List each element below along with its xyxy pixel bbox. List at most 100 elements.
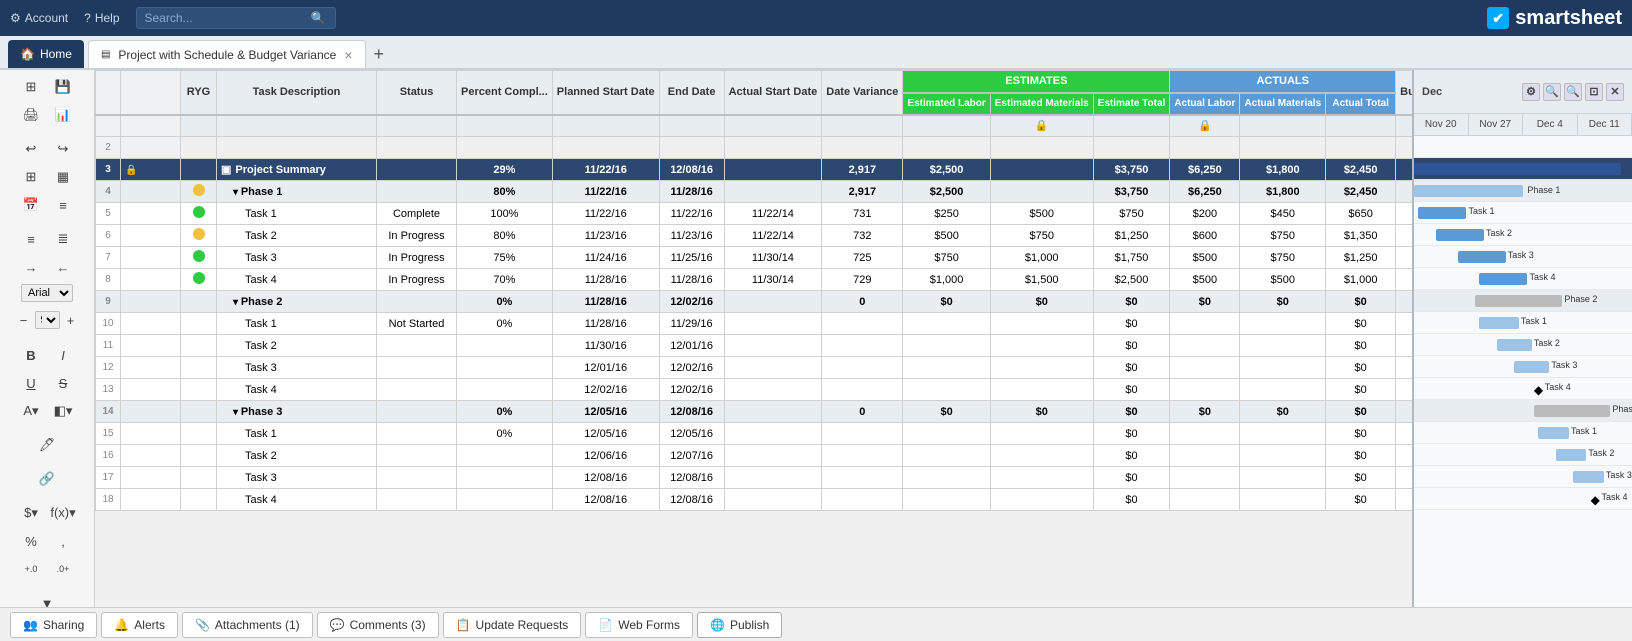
task-row[interactable]: 13Task 412/02/1612/02/16$0$0$0: [96, 379, 1413, 401]
gantt-close-btn[interactable]: ✕: [1606, 83, 1624, 101]
task-cell[interactable]: ▾ Phase 1: [217, 181, 377, 203]
task-row[interactable]: 18Task 412/08/1612/08/16$0$0$0: [96, 489, 1413, 511]
phase-row[interactable]: 9▾ Phase 20%11/28/1612/02/160$0$0$0$0$0$…: [96, 291, 1413, 313]
gantt-today-btn[interactable]: ⊡: [1585, 83, 1603, 101]
task-cell[interactable]: ▾ Phase 3: [217, 401, 377, 423]
decimal-less-btn[interactable]: +.0: [16, 557, 46, 581]
attachments-btn[interactable]: 📎 Attachments (1): [182, 612, 313, 638]
search-input[interactable]: [145, 11, 305, 25]
gantt-label-p3t2: Task 2: [1588, 448, 1614, 458]
planned-start-cell: 12/05/16: [552, 401, 659, 423]
task-row[interactable]: 11Task 211/30/1612/01/16$0$0$0: [96, 335, 1413, 357]
fill-color-btn[interactable]: ◧▾: [48, 399, 78, 423]
sheet-table[interactable]: RYG Task Description Status Percent Comp…: [95, 70, 1412, 607]
link-btn[interactable]: 🔗: [32, 467, 62, 491]
account-menu[interactable]: ⚙ Account: [10, 11, 68, 25]
task-cell[interactable]: Task 4: [217, 269, 377, 291]
task-cell[interactable]: Task 3: [217, 247, 377, 269]
gantt-zoom-in-btn[interactable]: 🔍: [1564, 83, 1582, 101]
task-row[interactable]: 6Task 2In Progress80%11/23/1611/23/1611/…: [96, 225, 1413, 247]
alerts-btn[interactable]: 🔔 Alerts: [101, 612, 178, 638]
update-requests-btn[interactable]: 📋 Update Requests: [443, 612, 582, 638]
est-materials-cell: $750: [990, 225, 1093, 247]
task-cell[interactable]: Task 2: [217, 225, 377, 247]
font-size-select[interactable]: 9: [35, 311, 60, 329]
bold-btn[interactable]: B: [16, 343, 46, 367]
task-row[interactable]: 5Task 1Complete100%11/22/1611/22/1611/22…: [96, 203, 1413, 225]
comma-btn[interactable]: ,: [48, 529, 78, 553]
calendar-btn[interactable]: 📅: [16, 193, 46, 217]
outdent-btn[interactable]: ←: [48, 255, 78, 279]
font-family-select[interactable]: Arial: [21, 284, 73, 302]
formula-btn[interactable]: f(x)▾: [48, 501, 78, 525]
gantt-bar-p2t2: [1497, 339, 1532, 351]
strikethrough-btn[interactable]: S: [48, 371, 78, 395]
task-cell[interactable]: Task 4: [217, 379, 377, 401]
card-btn[interactable]: ▦: [48, 165, 78, 189]
gantt-settings-btn[interactable]: ⚙: [1522, 83, 1540, 101]
task-cell[interactable]: Task 1: [217, 423, 377, 445]
search-box[interactable]: 🔍: [136, 7, 336, 29]
scroll-down-btn[interactable]: ▼: [32, 591, 62, 607]
task-row[interactable]: 10Task 1Not Started0%11/28/1611/29/16$0$…: [96, 313, 1413, 335]
tab-close-button[interactable]: ×: [344, 47, 352, 63]
gantt-zoom-out-btn[interactable]: 🔍: [1543, 83, 1561, 101]
help-menu[interactable]: ? Help: [84, 11, 119, 25]
task-cell[interactable]: ▣Project Summary: [217, 159, 377, 181]
indent-btn[interactable]: →: [16, 255, 46, 279]
tab-sheet[interactable]: ▤ Project with Schedule & Budget Varianc…: [88, 40, 366, 68]
phase-expand-icon[interactable]: ▾: [233, 407, 241, 418]
task-row[interactable]: 8Task 4In Progress70%11/28/1611/28/1611/…: [96, 269, 1413, 291]
phase-expand-icon[interactable]: ▾: [233, 297, 241, 308]
gantt-btn[interactable]: 📊: [48, 103, 78, 127]
empty-row[interactable]: 2: [96, 137, 1413, 159]
task-cell[interactable]: Task 3: [217, 467, 377, 489]
decimal-more-btn[interactable]: .0+: [48, 557, 78, 581]
undo-btn[interactable]: ↩: [16, 137, 46, 161]
table-btn[interactable]: ⊞: [16, 165, 46, 189]
redo-btn[interactable]: ↪: [48, 137, 78, 161]
task-row[interactable]: 15Task 10%12/05/1612/05/16$0$0$0: [96, 423, 1413, 445]
percent-btn[interactable]: %: [16, 529, 46, 553]
currency-btn[interactable]: $▾: [16, 501, 46, 525]
web-forms-btn[interactable]: 📄 Web Forms: [585, 612, 693, 638]
sharing-btn[interactable]: 👥 Sharing: [10, 612, 97, 638]
task-cell[interactable]: Task 1: [217, 203, 377, 225]
est-labor-cell: $1,000: [903, 269, 990, 291]
summary-row[interactable]: 3🔒▣Project Summary29%11/22/1612/08/162,9…: [96, 159, 1413, 181]
print-btn[interactable]: 🖨: [16, 103, 46, 127]
task-row[interactable]: 17Task 312/08/1612/08/16$0$0$0: [96, 467, 1413, 489]
comments-btn[interactable]: 💬 Comments (3): [317, 612, 439, 638]
phase-row[interactable]: 14▾ Phase 30%12/05/1612/08/160$0$0$0$0$0…: [96, 401, 1413, 423]
task-row[interactable]: 7Task 3In Progress75%11/24/1611/25/1611/…: [96, 247, 1413, 269]
task-cell[interactable]: Task 1: [217, 313, 377, 335]
highlight-btn[interactable]: 🖊: [32, 433, 62, 457]
align-right-btn[interactable]: ≣: [48, 227, 78, 251]
task-cell[interactable]: Task 2: [217, 335, 377, 357]
gantt2-btn[interactable]: ≡: [48, 193, 78, 217]
task-cell[interactable]: Task 4: [217, 489, 377, 511]
task-row[interactable]: 12Task 312/01/1612/02/16$0$0$0: [96, 357, 1413, 379]
font-size-up-btn[interactable]: +: [62, 308, 80, 332]
toolbar-row-5: 📅 ≡: [12, 192, 82, 218]
save-btn[interactable]: 💾: [48, 75, 78, 99]
color-picker-btn[interactable]: A▾: [16, 399, 46, 423]
task-cell[interactable]: Task 3: [217, 357, 377, 379]
header-row-groups: RYG Task Description Status Percent Comp…: [96, 71, 1413, 93]
est-labor-cell: [903, 489, 990, 511]
budget-variance-cell: $0: [1396, 489, 1412, 511]
align-left-btn[interactable]: ≡: [16, 227, 46, 251]
grid-view-btn[interactable]: ⊞: [16, 75, 46, 99]
task-cell[interactable]: Task 2: [217, 445, 377, 467]
underline-btn[interactable]: U: [16, 371, 46, 395]
tab-home[interactable]: 🏠 Home: [8, 40, 84, 68]
task-row[interactable]: 16Task 212/06/1612/07/16$0$0$0: [96, 445, 1413, 467]
add-tab-button[interactable]: +: [366, 40, 393, 68]
phase-row[interactable]: 4▾ Phase 180%11/22/1611/28/162,917$2,500…: [96, 181, 1413, 203]
task-cell[interactable]: ▾ Phase 2: [217, 291, 377, 313]
row-number: 13: [96, 379, 121, 401]
font-size-down-btn[interactable]: −: [15, 308, 33, 332]
italic-btn[interactable]: I: [48, 343, 78, 367]
publish-btn[interactable]: 🌐 Publish: [697, 612, 782, 638]
phase-expand-icon[interactable]: ▾: [233, 187, 241, 198]
